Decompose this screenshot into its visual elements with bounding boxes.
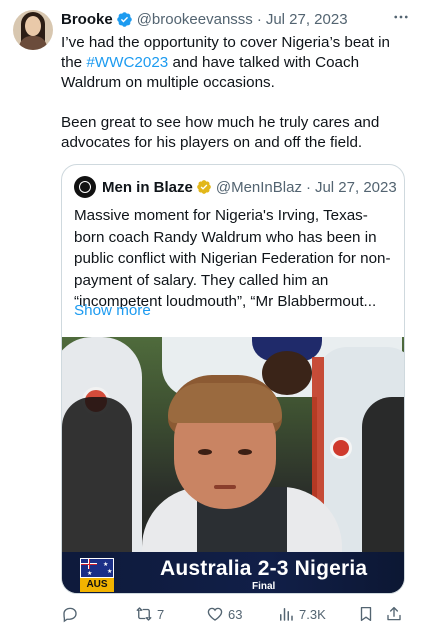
quoted-author-name[interactable]: Men in Blaze <box>102 179 193 196</box>
share-button[interactable] <box>385 603 403 625</box>
more-icon[interactable] <box>391 7 411 27</box>
score-text: Australia 2-3 Nigeria <box>160 557 368 580</box>
action-bar: 7 63 7.3K <box>61 603 406 625</box>
verified-badge-icon <box>116 11 132 27</box>
reply-icon <box>63 607 77 623</box>
views-button[interactable]: 7.3K <box>277 603 326 625</box>
scoreboard: ★ ★ ★ AUS Australia 2-3 Nigeria Final <box>62 552 404 593</box>
tweet-text-paragraph: Been great to see how much he truly care… <box>61 114 380 151</box>
avatar[interactable] <box>13 10 53 50</box>
separator: · <box>256 10 262 28</box>
gold-verified-badge-icon <box>197 180 211 194</box>
tweet-header: Brooke @brookeevansss · Jul 27, 2023 <box>61 9 348 29</box>
quoted-text: Massive moment for Nigeria's Irving, Tex… <box>74 207 391 310</box>
separator: · <box>305 178 311 196</box>
quoted-tweet[interactable]: Men in Blaze @MenInBlaz · Jul 27, 2023 M… <box>61 164 405 594</box>
retweet-button[interactable]: 7 <box>135 603 164 625</box>
like-button[interactable]: 63 <box>206 603 242 625</box>
author-name[interactable]: Brooke <box>61 11 113 28</box>
match-status: Final <box>252 581 276 592</box>
quoted-handle[interactable]: @MenInBlaz <box>216 179 302 196</box>
author-handle[interactable]: @brookeevansss <box>137 11 253 28</box>
quoted-avatar[interactable] <box>74 176 96 198</box>
hashtag-link[interactable]: #WWC2023 <box>86 54 168 71</box>
reply-button[interactable] <box>61 603 83 625</box>
tweet-text: I’ve had the opportunity to cover Nigeri… <box>61 33 406 153</box>
team-badge: AUS <box>80 578 114 592</box>
retweet-count: 7 <box>157 606 165 622</box>
share-icon <box>387 606 401 621</box>
retweet-icon <box>136 607 152 621</box>
views-count: 7.3K <box>299 606 326 622</box>
like-icon <box>207 607 223 621</box>
tweet-date[interactable]: Jul 27, 2023 <box>266 11 348 28</box>
quoted-header: Men in Blaze @MenInBlaz · Jul 27, 2023 <box>74 176 397 198</box>
show-more-link[interactable]: Show more <box>74 302 151 319</box>
quoted-date[interactable]: Jul 27, 2023 <box>315 179 397 196</box>
tweet[interactable]: Brooke @brookeevansss · Jul 27, 2023 I’v… <box>0 0 421 635</box>
bookmark-icon <box>360 606 372 622</box>
australia-flag-icon: ★ ★ ★ <box>80 558 114 578</box>
quoted-media-image[interactable]: ★ ★ ★ AUS Australia 2-3 Nigeria Final <box>62 337 404 593</box>
like-count: 63 <box>228 606 243 622</box>
views-icon <box>280 608 293 621</box>
bookmark-button[interactable] <box>357 603 375 625</box>
